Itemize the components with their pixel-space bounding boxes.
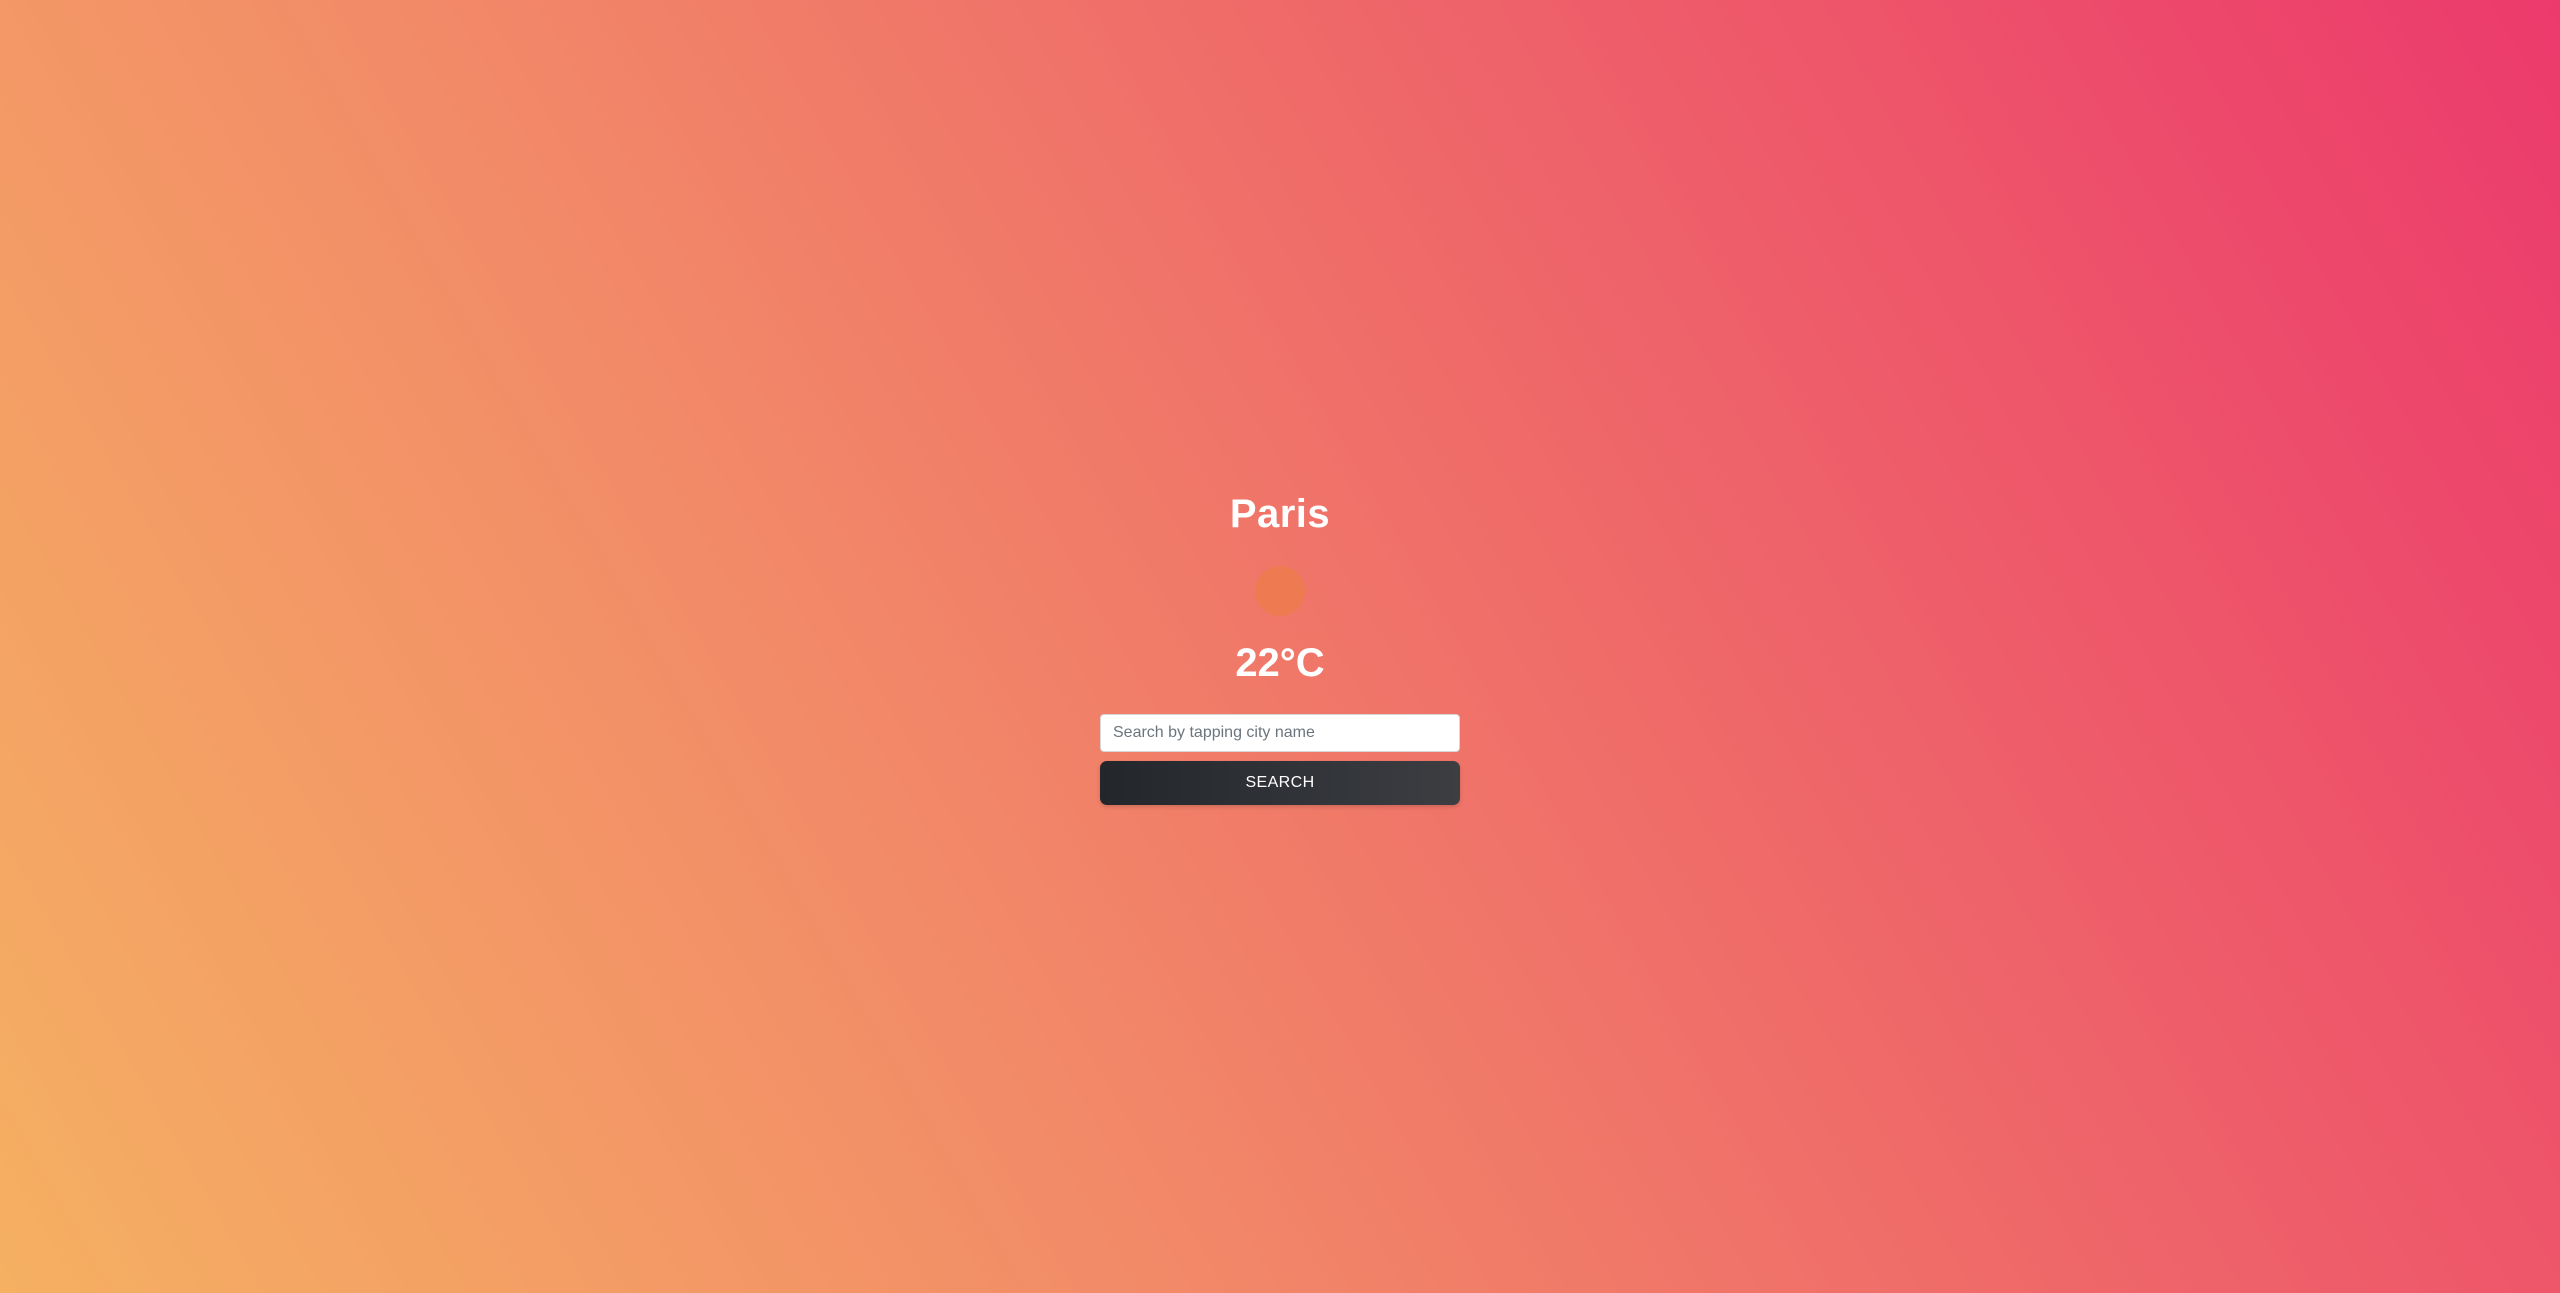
search-input[interactable] bbox=[1100, 714, 1460, 752]
weather-card: Paris 22°C SEARCH bbox=[1100, 480, 1460, 805]
sun-icon bbox=[1255, 566, 1305, 616]
temperature: 22°C bbox=[1235, 641, 1325, 685]
city-name: Paris bbox=[1229, 492, 1331, 536]
search-button[interactable]: SEARCH bbox=[1100, 761, 1460, 805]
